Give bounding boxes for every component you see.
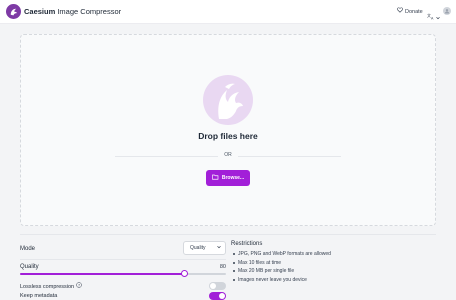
metadata-label: Keep metadata [20,293,58,299]
toggle-knob [210,283,216,289]
chevron-down-icon [217,245,221,251]
top-bar: Caesium Image Compressor Donate 文A [0,0,456,24]
caesium-logo-icon [6,4,21,19]
quality-slider-thumb[interactable] [181,270,189,277]
restrictions-list: JPG, PNG and WebP formats are allowed Ma… [231,250,431,284]
translate-icon: 文A [427,7,435,25]
quality-slider-fill [20,273,185,275]
user-avatar-icon[interactable] [443,7,451,15]
help-icon[interactable]: ? [76,282,82,291]
file-dropzone[interactable] [20,34,436,226]
app-title: Caesium Image Compressor [24,7,121,17]
quality-value: 80 [219,264,226,270]
donate-button[interactable]: Donate [397,7,423,16]
mode-select[interactable]: Quality [183,241,226,255]
list-item: Images never leave you device [231,276,431,285]
quality-slider-track[interactable] [20,273,226,275]
restrictions-panel: Restrictions JPG, PNG and WebP formats a… [231,240,431,284]
or-separator: OR [218,152,238,159]
bird-illustration-icon [203,75,253,125]
mode-value: Quality [190,245,206,251]
quality-label: Quality [20,264,39,270]
mode-label: Mode [20,246,36,252]
section-divider [20,234,436,235]
browse-button[interactable]: Browse... [206,170,250,186]
svg-text:文: 文 [427,13,431,18]
list-item: JPG, PNG and WebP formats are allowed [231,250,431,259]
chevron-down-icon [436,7,440,25]
keep-metadata-toggle[interactable] [209,292,226,300]
row-divider [20,259,226,260]
app-title-suffix: Image Compressor [55,7,122,16]
donate-label: Donate [405,8,423,15]
list-item: Max 10 files at time [231,259,431,268]
browse-label: Browse... [221,175,245,181]
lossless-toggle[interactable] [209,282,226,290]
lossless-row: Lossless compression ? [20,282,82,291]
language-selector[interactable]: 文A [427,7,440,25]
drop-files-title: Drop files here [198,131,258,141]
svg-text:A: A [431,17,434,21]
svg-text:?: ? [78,283,80,287]
folder-open-icon [212,174,219,182]
lossless-label: Lossless compression [20,283,75,290]
list-item: Max 20 MB per single file [231,267,431,276]
toggle-knob [219,293,225,299]
app-brand: Caesium [24,7,56,16]
heart-icon [397,7,403,16]
restrictions-title: Restrictions [231,241,263,247]
